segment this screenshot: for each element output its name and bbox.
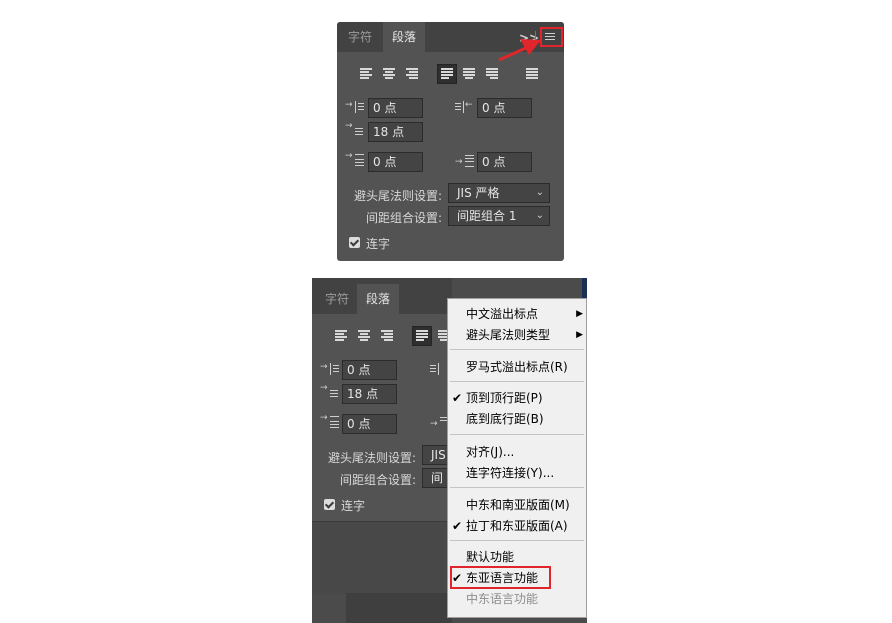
mojikumi-value: 间距组合 1 <box>457 209 517 223</box>
space-before-input[interactable]: 0 点 <box>368 152 423 172</box>
align-right-button[interactable] <box>378 326 398 346</box>
menu-separator <box>450 540 584 541</box>
menu-item-label: 罗马式溢出标点(R) <box>466 360 568 374</box>
space-after-input[interactable]: 0 点 <box>477 152 532 172</box>
mojikumi-select[interactable]: 间距组合 1 ⌄ <box>448 206 550 226</box>
menu-item-label: 避头尾法则类型 <box>466 328 551 342</box>
tab-character[interactable]: 字符 <box>339 22 381 52</box>
menu-item-label: 顶到顶行距(P) <box>466 391 543 405</box>
panel-tab-bar: 字符 段落 >> <box>337 22 564 52</box>
menu-item-label: 连字符连接(Y)... <box>466 466 555 480</box>
first-line-indent-icon: → <box>320 383 340 403</box>
align-right-button[interactable] <box>403 64 423 84</box>
kinsoku-value: JIS <box>431 448 446 462</box>
check-icon: ✔ <box>452 519 463 533</box>
justify-all-button[interactable] <box>523 64 543 84</box>
tab-paragraph-bottom[interactable]: 段落 <box>357 284 399 314</box>
menu-item-top-to-top-leading[interactable]: ✔ 顶到顶行距(P) <box>448 388 586 408</box>
mojikumi-label: 间距组合设置: <box>366 211 443 225</box>
hyphenate-checkbox[interactable] <box>324 499 335 510</box>
panel-edge-accent <box>582 278 587 298</box>
menu-item-label: 中东语言功能 <box>466 592 539 606</box>
menu-item-label: 默认功能 <box>466 550 515 564</box>
paragraph-panel: 字符 段落 >> → 0 点 ← 0 点 → 18 点 → 0 点 → 0 点 … <box>337 22 564 261</box>
menu-separator <box>450 349 584 350</box>
submenu-arrow-icon: ▶ <box>576 309 583 319</box>
space-before-input[interactable]: 0 点 <box>342 414 397 434</box>
panel-bottom-strip <box>346 593 452 623</box>
menu-item-justification[interactable]: 对齐(J)... <box>448 442 586 462</box>
space-before-icon: → <box>320 413 340 433</box>
menu-separator <box>450 487 584 488</box>
mojikumi-value: 间 <box>431 471 444 485</box>
menu-item-label: 中东和南亚版面(M) <box>466 498 570 512</box>
menu-separator <box>450 434 584 435</box>
menu-item-latin-east-asian-layout[interactable]: ✔ 拉丁和东亚版面(A) <box>448 516 586 536</box>
menu-item-roman-hanging-punctuation[interactable]: 罗马式溢出标点(R) <box>448 357 586 377</box>
menu-item-hyphenation[interactable]: 连字符连接(Y)... <box>448 463 586 483</box>
hyphenate-label: 连字 <box>366 237 391 251</box>
menu-item-label: 底到底行距(B) <box>466 412 544 426</box>
chevron-down-icon: ⌄ <box>535 210 544 221</box>
left-indent-input[interactable]: 0 点 <box>342 360 397 380</box>
justify-last-right-button[interactable] <box>483 64 503 84</box>
left-indent-input[interactable]: 0 点 <box>368 98 423 118</box>
menu-icon-highlight <box>540 27 563 47</box>
kinsoku-label: 避头尾法则设置: <box>328 451 417 465</box>
align-left-button[interactable] <box>357 64 377 84</box>
submenu-arrow-icon: ▶ <box>576 330 583 340</box>
menu-item-chinese-hanging-punctuation[interactable]: 中文溢出标点 ▶ <box>448 304 586 324</box>
right-indent-input[interactable]: 0 点 <box>477 98 532 118</box>
menu-item-label: 中文溢出标点 <box>466 307 539 321</box>
space-after-icon: → <box>455 153 475 171</box>
first-line-indent-input[interactable]: 18 点 <box>342 384 397 404</box>
space-before-icon: → <box>345 151 365 171</box>
kinsoku-value: JIS 严格 <box>457 186 500 200</box>
align-left-button[interactable] <box>332 326 352 346</box>
mojikumi-label: 间距组合设置: <box>340 473 417 487</box>
menu-item-label: 拉丁和东亚版面(A) <box>466 519 568 533</box>
panel-footer-bottom <box>312 521 452 594</box>
chevron-down-icon: ⌄ <box>535 187 544 198</box>
menu-item-bottom-to-bottom-leading[interactable]: 底到底行距(B) <box>448 409 586 429</box>
menu-separator <box>450 381 584 382</box>
align-center-button[interactable] <box>355 326 375 346</box>
kinsoku-label: 避头尾法则设置: <box>354 189 443 203</box>
tab-character-bottom[interactable]: 字符 <box>316 284 358 314</box>
menu-item-middle-eastern-south-asian-layout[interactable]: 中东和南亚版面(M) <box>448 495 586 515</box>
left-indent-icon: → <box>320 361 340 379</box>
first-line-indent-input[interactable]: 18 点 <box>368 122 423 142</box>
menu-item-default-features[interactable]: 默认功能 <box>448 547 586 567</box>
first-line-indent-icon: → <box>345 121 365 141</box>
kinsoku-select[interactable]: JIS 严格 ⌄ <box>448 183 550 203</box>
collapse-button[interactable]: >> <box>519 31 539 45</box>
tab-paragraph[interactable]: 段落 <box>383 22 425 52</box>
hyphenate-label: 连字 <box>341 499 366 513</box>
check-icon: ✔ <box>452 391 463 405</box>
justify-last-left-button[interactable] <box>437 64 457 84</box>
align-center-button[interactable] <box>380 64 400 84</box>
justify-last-center-button[interactable] <box>460 64 480 84</box>
hyphenate-checkbox[interactable] <box>349 237 360 248</box>
right-indent-icon: ← <box>455 99 475 117</box>
menu-item-label: 对齐(J)... <box>466 445 515 459</box>
east-asian-features-highlight <box>450 566 551 589</box>
justify-last-left-button[interactable] <box>412 326 432 346</box>
alignment-buttons-bottom <box>332 326 452 346</box>
alignment-buttons <box>357 64 547 84</box>
menu-item-kinsoku-type[interactable]: 避头尾法则类型 ▶ <box>448 325 586 345</box>
menu-item-middle-eastern-features: 中东语言功能 <box>448 589 586 609</box>
panel-divider <box>535 31 536 44</box>
left-indent-icon: → <box>345 99 365 117</box>
